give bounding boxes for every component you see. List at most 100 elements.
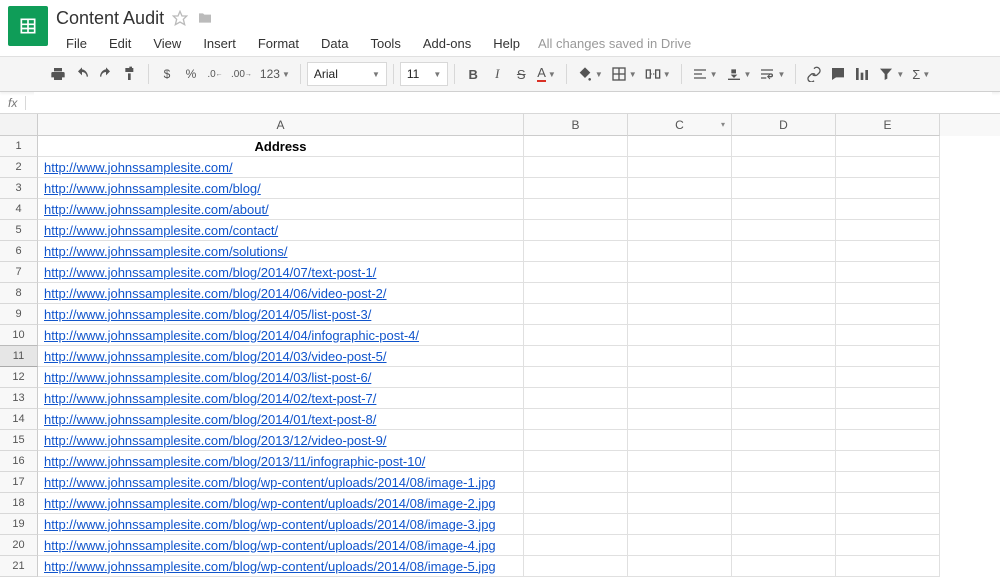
cell[interactable] bbox=[524, 430, 628, 451]
cell[interactable] bbox=[628, 388, 732, 409]
cell[interactable] bbox=[836, 346, 940, 367]
print-button[interactable] bbox=[46, 61, 70, 87]
bold-button[interactable]: B bbox=[461, 61, 485, 87]
menu-insert[interactable]: Insert bbox=[193, 34, 246, 53]
cell[interactable] bbox=[628, 514, 732, 535]
insert-link-button[interactable] bbox=[802, 61, 826, 87]
row-header[interactable]: 4 bbox=[0, 199, 38, 220]
cell[interactable] bbox=[836, 493, 940, 514]
cell[interactable] bbox=[524, 136, 628, 157]
url-link[interactable]: http://www.johnssamplesite.com/blog/wp-c… bbox=[44, 475, 496, 490]
row-header[interactable]: 17 bbox=[0, 472, 38, 493]
cell[interactable] bbox=[524, 409, 628, 430]
cell[interactable] bbox=[732, 535, 836, 556]
cell[interactable]: http://www.johnssamplesite.com/about/ bbox=[38, 199, 524, 220]
increase-decimal-button[interactable]: .00→ bbox=[227, 61, 256, 87]
cell[interactable]: http://www.johnssamplesite.com/blog/2013… bbox=[38, 451, 524, 472]
strikethrough-button[interactable]: S bbox=[509, 61, 533, 87]
cell[interactable]: http://www.johnssamplesite.com/blog/2014… bbox=[38, 346, 524, 367]
filter-button[interactable]: ▼ bbox=[874, 61, 908, 87]
cell[interactable]: http://www.johnssamplesite.com/contact/ bbox=[38, 220, 524, 241]
cell[interactable]: http://www.johnssamplesite.com/blog/2014… bbox=[38, 304, 524, 325]
cell[interactable] bbox=[524, 199, 628, 220]
url-link[interactable]: http://www.johnssamplesite.com/blog/wp-c… bbox=[44, 559, 496, 574]
cell[interactable] bbox=[524, 451, 628, 472]
cell[interactable] bbox=[628, 556, 732, 577]
url-link[interactable]: http://www.johnssamplesite.com/blog/wp-c… bbox=[44, 496, 496, 511]
cell[interactable] bbox=[836, 367, 940, 388]
cell[interactable]: http://www.johnssamplesite.com/blog/2014… bbox=[38, 388, 524, 409]
cell[interactable] bbox=[836, 304, 940, 325]
cell[interactable] bbox=[628, 136, 732, 157]
column-header-D[interactable]: D bbox=[732, 114, 836, 136]
cell[interactable] bbox=[524, 367, 628, 388]
select-all-corner[interactable] bbox=[0, 114, 38, 136]
row-header[interactable]: 1 bbox=[0, 136, 38, 157]
row-header[interactable]: 6 bbox=[0, 241, 38, 262]
cell[interactable]: http://www.johnssamplesite.com/blog/2014… bbox=[38, 283, 524, 304]
row-header[interactable]: 3 bbox=[0, 178, 38, 199]
menu-file[interactable]: File bbox=[56, 34, 97, 53]
cell[interactable] bbox=[628, 304, 732, 325]
cell[interactable] bbox=[628, 199, 732, 220]
row-header[interactable]: 2 bbox=[0, 157, 38, 178]
cell[interactable] bbox=[524, 304, 628, 325]
decrease-decimal-button[interactable]: .0← bbox=[203, 61, 227, 87]
align-vertical-button[interactable]: ▼ bbox=[722, 61, 756, 87]
url-link[interactable]: http://www.johnssamplesite.com/blog/wp-c… bbox=[44, 538, 496, 553]
cell[interactable] bbox=[732, 451, 836, 472]
url-link[interactable]: http://www.johnssamplesite.com/blog/2014… bbox=[44, 412, 376, 427]
cell[interactable] bbox=[732, 325, 836, 346]
cell[interactable] bbox=[836, 136, 940, 157]
url-link[interactable]: http://www.johnssamplesite.com/ bbox=[44, 160, 233, 175]
cell[interactable] bbox=[732, 136, 836, 157]
cell[interactable] bbox=[732, 283, 836, 304]
cell[interactable] bbox=[836, 451, 940, 472]
cell[interactable] bbox=[836, 556, 940, 577]
cell[interactable]: http://www.johnssamplesite.com/blog/wp-c… bbox=[38, 514, 524, 535]
cell[interactable] bbox=[524, 262, 628, 283]
menu-data[interactable]: Data bbox=[311, 34, 358, 53]
cell[interactable] bbox=[628, 451, 732, 472]
cell[interactable] bbox=[732, 493, 836, 514]
cell[interactable] bbox=[732, 157, 836, 178]
percent-format-button[interactable]: % bbox=[179, 61, 203, 87]
menu-add-ons[interactable]: Add-ons bbox=[413, 34, 481, 53]
cell[interactable] bbox=[628, 283, 732, 304]
cell[interactable] bbox=[836, 388, 940, 409]
url-link[interactable]: http://www.johnssamplesite.com/blog/wp-c… bbox=[44, 517, 496, 532]
row-header[interactable]: 21 bbox=[0, 556, 38, 577]
cell[interactable] bbox=[732, 220, 836, 241]
menu-view[interactable]: View bbox=[143, 34, 191, 53]
url-link[interactable]: http://www.johnssamplesite.com/blog/2014… bbox=[44, 391, 376, 406]
cell[interactable] bbox=[628, 178, 732, 199]
column-header-A[interactable]: A bbox=[38, 114, 524, 136]
row-header[interactable]: 19 bbox=[0, 514, 38, 535]
cell[interactable] bbox=[836, 409, 940, 430]
cell[interactable] bbox=[628, 325, 732, 346]
number-format-button[interactable]: 123▼ bbox=[256, 61, 294, 87]
merge-cells-button[interactable]: ▼ bbox=[641, 61, 675, 87]
cell[interactable]: http://www.johnssamplesite.com/solutions… bbox=[38, 241, 524, 262]
cell[interactable] bbox=[836, 283, 940, 304]
url-link[interactable]: http://www.johnssamplesite.com/blog/2014… bbox=[44, 349, 387, 364]
row-header[interactable]: 16 bbox=[0, 451, 38, 472]
url-link[interactable]: http://www.johnssamplesite.com/contact/ bbox=[44, 223, 278, 238]
column-header-B[interactable]: B bbox=[524, 114, 628, 136]
cell[interactable]: http://www.johnssamplesite.com/blog/2013… bbox=[38, 430, 524, 451]
cell[interactable] bbox=[524, 556, 628, 577]
cell[interactable] bbox=[524, 535, 628, 556]
cell[interactable] bbox=[524, 178, 628, 199]
align-horizontal-button[interactable]: ▼ bbox=[688, 61, 722, 87]
cell[interactable] bbox=[524, 472, 628, 493]
cell[interactable] bbox=[628, 409, 732, 430]
text-wrap-button[interactable]: ▼ bbox=[755, 61, 789, 87]
row-header[interactable]: 14 bbox=[0, 409, 38, 430]
cell[interactable] bbox=[628, 430, 732, 451]
cell[interactable] bbox=[836, 514, 940, 535]
cell[interactable] bbox=[836, 241, 940, 262]
cell[interactable] bbox=[732, 241, 836, 262]
url-link[interactable]: http://www.johnssamplesite.com/solutions… bbox=[44, 244, 288, 259]
cell[interactable]: http://www.johnssamplesite.com/blog/wp-c… bbox=[38, 556, 524, 577]
cell[interactable]: http://www.johnssamplesite.com/blog/wp-c… bbox=[38, 535, 524, 556]
